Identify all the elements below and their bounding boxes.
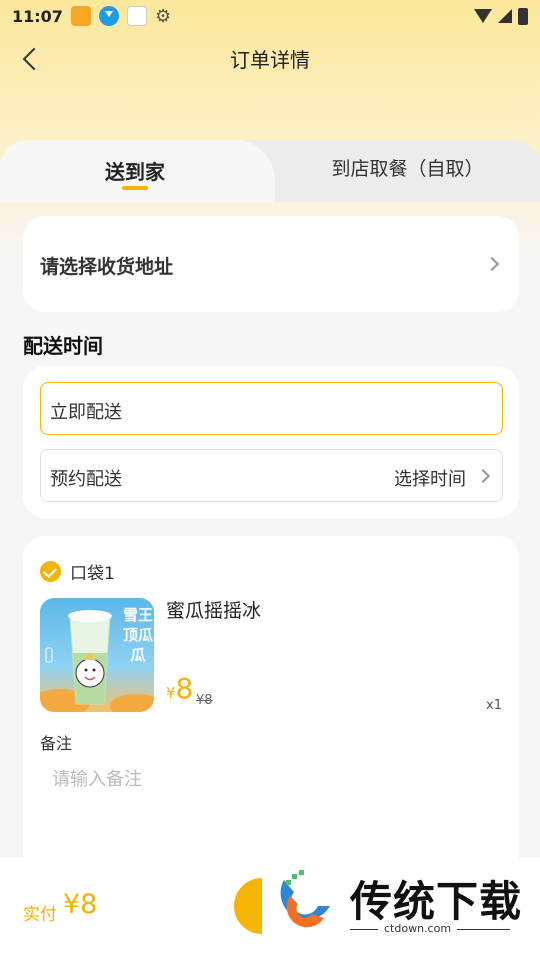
watermark-logo-icon	[234, 870, 330, 934]
battery-icon	[518, 7, 528, 25]
back-button[interactable]	[18, 44, 48, 74]
product-illustration: 雪王 顶瓜 瓜	[40, 606, 154, 712]
status-time: 11:07	[12, 6, 63, 26]
nav-bar: 订单详情	[0, 36, 540, 80]
chevron-right-icon	[475, 468, 491, 484]
tab-pickup-label[interactable]: 到店取餐（自取）	[275, 154, 540, 181]
checkmark-icon[interactable]	[40, 561, 61, 582]
note-label: 备注	[40, 734, 73, 753]
watermark-url: ctdown.com	[378, 922, 458, 935]
address-selector[interactable]: 请选择收货地址	[23, 216, 519, 312]
product-name: 蜜瓜摇摇冰	[166, 600, 262, 622]
image-text-2: 顶瓜	[123, 626, 153, 644]
download-icon	[98, 6, 119, 26]
address-label: 请选择收货地址	[40, 256, 174, 278]
total-label: 实付	[23, 905, 57, 925]
page-title: 订单详情	[230, 47, 310, 72]
immediate-delivery-option[interactable]: 立即配送	[40, 382, 503, 435]
price-value: 8	[175, 672, 194, 705]
watermark-text: 传统下载	[350, 877, 523, 926]
original-price: ¥8	[196, 693, 213, 708]
delivery-time-card: 立即配送 预约配送 选择时间	[23, 366, 519, 518]
select-time-value: 选择时间	[394, 469, 466, 490]
app-notification-icon	[70, 6, 91, 26]
scheduled-delivery-option[interactable]: 预约配送 选择时间	[40, 449, 503, 502]
delivery-time-title: 配送时间	[23, 334, 103, 358]
image-text-3: 瓜	[130, 646, 145, 664]
bag-label: 口袋1	[70, 564, 115, 584]
wifi-icon	[474, 9, 492, 23]
product-price: ¥8	[166, 672, 193, 705]
tab-delivery-label[interactable]: 送到家	[0, 156, 270, 185]
currency-symbol: ¥	[166, 684, 176, 702]
product-image: 雪王 顶瓜 瓜	[40, 598, 154, 712]
gear-icon: ⚙	[154, 5, 172, 27]
quantity: x1	[486, 698, 502, 713]
app-notification-icon-2	[126, 6, 147, 26]
note-input[interactable]	[40, 764, 500, 794]
chevron-right-icon	[484, 256, 500, 272]
status-bar: 11:07 ⚙	[0, 0, 540, 32]
order-card: 口袋1 雪王 顶瓜 瓜 蜜瓜摇摇冰 ¥8 ¥8 x1 备注	[23, 536, 519, 876]
watermark: 传统下载 ctdown.com	[228, 860, 540, 955]
scheduled-delivery-label: 预约配送	[50, 469, 122, 490]
immediate-delivery-label: 立即配送	[50, 402, 122, 423]
image-text-1: 雪王	[123, 606, 153, 624]
signal-icon	[498, 9, 512, 23]
total-value: ¥8	[63, 889, 98, 920]
delivery-mode-tabs: 到店取餐（自取） 送到家	[0, 140, 540, 202]
tab-delivery[interactable]: 送到家	[0, 140, 275, 202]
tab-active-indicator	[122, 186, 148, 190]
